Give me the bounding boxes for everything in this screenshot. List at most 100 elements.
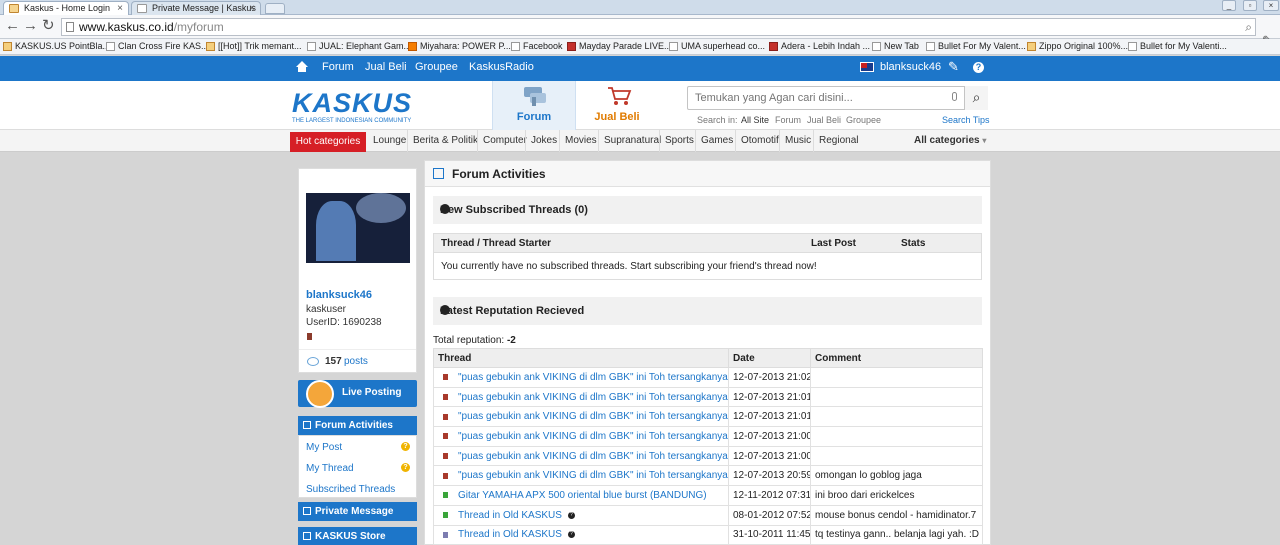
forum-activities-header[interactable]: Forum Activities: [298, 416, 417, 435]
category-regional[interactable]: Regional: [813, 130, 863, 152]
help-icon[interactable]: ?: [440, 305, 450, 316]
kaskus-bookmark-icon: [3, 42, 12, 51]
browser-tab-kaskus-home[interactable]: Kaskus - Home Login ×: [3, 1, 129, 15]
tab-title: Private Message | Kaskus: [152, 3, 256, 13]
category-supranatural[interactable]: Supranatural: [598, 130, 666, 152]
cell-thread: "puas gebukin ank VIKING di dlm GBK" ini…: [433, 406, 729, 428]
reputation-header: Latest Reputation Recieved ?: [433, 297, 982, 325]
search-input[interactable]: [688, 87, 958, 109]
bookmark-item[interactable]: New Tab: [872, 41, 919, 52]
search-button[interactable]: ⌕: [964, 86, 988, 110]
category-otomotif[interactable]: Otomotif: [735, 130, 784, 152]
avatar[interactable]: [306, 193, 410, 263]
nav-jual-beli[interactable]: Jual Beli: [365, 56, 407, 78]
category-music[interactable]: Music: [779, 130, 816, 152]
post-count-row[interactable]: 157 posts: [299, 349, 416, 373]
close-window-icon[interactable]: ×: [1263, 0, 1279, 11]
bookmark-item[interactable]: Miyahara: POWER P...: [408, 41, 511, 52]
nav-forum[interactable]: Forum: [322, 56, 354, 78]
search-in-all-site[interactable]: All Site: [741, 115, 769, 125]
cell-comment: [810, 426, 983, 447]
reputation-dot-icon: [443, 531, 448, 538]
thread-link[interactable]: "puas gebukin ank VIKING di dlm GBK" ini…: [458, 392, 728, 403]
bookmark-item[interactable]: KASKUS.US PointBla...: [3, 41, 110, 52]
category-movies[interactable]: Movies: [559, 130, 602, 152]
cell-comment: mouse bonus cendol - hamidinator.7: [810, 504, 983, 526]
nav-username[interactable]: blanksuck46: [880, 56, 941, 78]
thread-link[interactable]: "puas gebukin ank VIKING di dlm GBK" ini…: [458, 451, 728, 462]
cell-date: 12-07-2013 21:00: [728, 445, 811, 467]
bookmark-item[interactable]: Bullet For My Valent...: [926, 41, 1026, 52]
browser-tab-private-message[interactable]: Private Message | Kaskus ×: [131, 1, 261, 15]
kaskus-store-header[interactable]: KASKUS Store: [298, 527, 417, 545]
thread-link[interactable]: "puas gebukin ank VIKING di dlm GBK" ini…: [458, 470, 728, 481]
column-date: Date: [728, 348, 811, 368]
menu-subscribed-threads[interactable]: Subscribed Threads: [306, 484, 395, 495]
menu-my-thread[interactable]: My Thread: [306, 463, 354, 474]
edit-pencil-icon[interactable]: ✎: [948, 59, 959, 75]
help-icon[interactable]: ?: [973, 62, 984, 73]
category-bar: Hot categories Lounge Berita & Politik C…: [0, 130, 1280, 152]
nav-groupee[interactable]: Groupee: [415, 56, 458, 78]
help-icon[interactable]: ?: [440, 204, 450, 215]
bookmark-item[interactable]: Clan Cross Fire KAS...: [106, 41, 209, 52]
search-in-jual-beli[interactable]: Jual Beli: [807, 115, 841, 125]
minimize-icon[interactable]: _: [1222, 0, 1236, 11]
live-posting-button[interactable]: Live Posting: [298, 380, 417, 408]
bookmark-item[interactable]: UMA superhead co...: [669, 41, 765, 52]
bookmark-item[interactable]: Adera - Lebih Indah ...: [769, 41, 870, 52]
search-tips-link[interactable]: Search Tips: [942, 115, 990, 125]
all-categories-dropdown[interactable]: All categories ▾: [914, 130, 986, 152]
search-icon[interactable]: ⌕: [1245, 19, 1252, 35]
close-tab-icon[interactable]: ×: [249, 2, 255, 15]
thread-link[interactable]: Thread in Old KASKUS: [458, 510, 562, 521]
address-bar[interactable]: www.kaskus.co.id/myforum ⌕: [61, 18, 1256, 36]
close-tab-icon[interactable]: ×: [117, 2, 123, 15]
bookmark-item[interactable]: Zippo Original 100%...: [1027, 41, 1128, 52]
new-tab-button[interactable]: [265, 3, 285, 14]
help-icon[interactable]: ?: [567, 511, 575, 519]
maximize-icon[interactable]: ▫: [1243, 0, 1257, 11]
category-jokes[interactable]: Jokes: [525, 130, 562, 152]
thread-link[interactable]: "puas gebukin ank VIKING di dlm GBK" ini…: [458, 372, 728, 383]
help-icon[interactable]: ?: [401, 442, 410, 451]
tab-jual-beli[interactable]: Jual Beli: [577, 81, 657, 130]
microphone-icon[interactable]: [952, 92, 957, 101]
tab-forum[interactable]: Forum: [492, 81, 576, 130]
back-icon[interactable]: ←: [5, 18, 20, 34]
home-icon[interactable]: [296, 61, 308, 72]
table-row: "puas gebukin ank VIKING di dlm GBK" ini…: [433, 386, 983, 408]
logo-tagline: THE LARGEST INDONESIAN COMMUNITY: [292, 118, 412, 124]
search-in-forum[interactable]: Forum: [775, 115, 801, 125]
thread-link[interactable]: "puas gebukin ank VIKING di dlm GBK" ini…: [458, 411, 728, 422]
reload-icon[interactable]: ↻: [42, 18, 55, 34]
bookmark-item[interactable]: Bullet for My Valenti...: [1128, 41, 1227, 52]
browser-tab-bar: Kaskus - Home Login × Private Message | …: [0, 0, 1280, 15]
chevron-down-icon: ▾: [982, 136, 987, 145]
category-lounge[interactable]: Lounge: [368, 130, 411, 152]
category-games[interactable]: Games: [695, 130, 738, 152]
nav-kaskus-radio[interactable]: KaskusRadio: [469, 56, 534, 78]
thread-link[interactable]: "puas gebukin ank VIKING di dlm GBK" ini…: [458, 431, 728, 442]
column-comment: Comment: [810, 348, 983, 368]
forward-icon[interactable]: →: [23, 18, 38, 34]
profile-role: kaskuser: [306, 304, 347, 315]
search-in-groupee[interactable]: Groupee: [846, 115, 881, 125]
category-computer[interactable]: Computer: [477, 130, 532, 152]
thread-link[interactable]: Gitar YAMAHA APX 500 oriental blue burst…: [458, 490, 707, 501]
bookmark-item[interactable]: [[Hot]] Trik memant...: [206, 41, 302, 52]
bookmark-item[interactable]: JUAL: Elephant Gam...: [307, 41, 411, 52]
bookmark-item[interactable]: Mayday Parade LIVE...: [567, 41, 672, 52]
help-icon[interactable]: ?: [401, 463, 410, 472]
page-title: Forum Activities: [452, 167, 546, 181]
profile-username[interactable]: blanksuck46: [306, 289, 372, 301]
thread-link[interactable]: Thread in Old KASKUS: [458, 529, 562, 540]
category-sports[interactable]: Sports: [659, 130, 699, 152]
menu-my-post[interactable]: My Post: [306, 442, 342, 453]
kaskus-logo[interactable]: KASKUS THE LARGEST INDONESIAN COMMUNITY: [292, 90, 427, 126]
bookmark-item[interactable]: Facebook: [511, 41, 563, 52]
help-icon[interactable]: ?: [567, 531, 575, 539]
hot-categories-button[interactable]: Hot categories: [290, 132, 366, 152]
private-message-header[interactable]: Private Message: [298, 502, 417, 521]
category-berita-politik[interactable]: Berita & Politik: [407, 130, 483, 152]
